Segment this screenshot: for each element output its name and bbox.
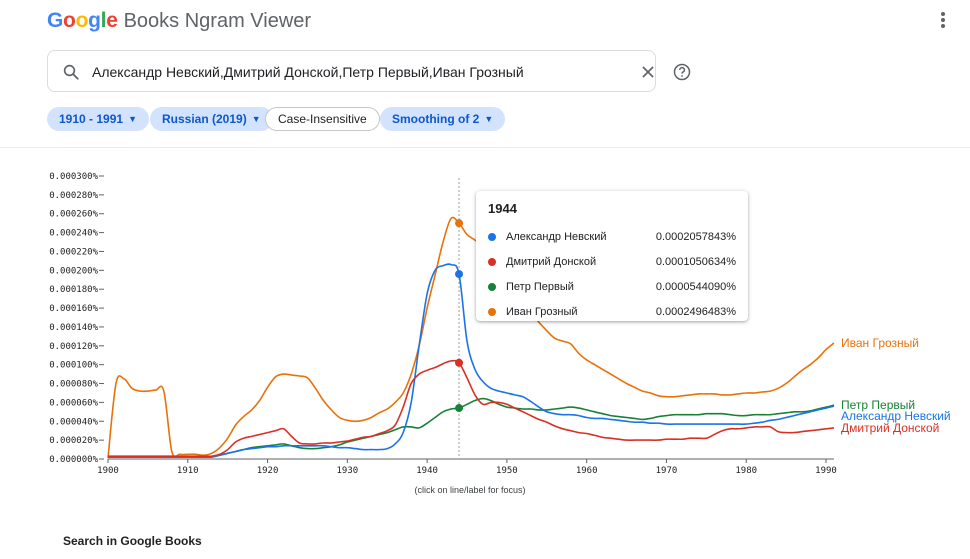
x-tick-label: 1960 [576, 466, 598, 476]
y-tick-label: 0.000000% [49, 455, 98, 465]
series-line [108, 359, 835, 458]
tooltip-year: 1944 [488, 201, 517, 216]
x-tick-label: 1930 [336, 466, 358, 476]
y-tick-label: 0.000100% [49, 361, 98, 371]
x-tick-label: 1950 [496, 466, 518, 476]
tooltip-series-name: Иван Грозный [506, 305, 578, 318]
tooltip-series-value: 0.0000544090% [655, 280, 736, 293]
x-tick-label: 1980 [735, 466, 757, 476]
x-tick-label: 1970 [656, 466, 678, 476]
highlight-point [455, 358, 464, 367]
y-tick-label: 0.000280% [49, 191, 98, 201]
y-tick-label: 0.000140% [49, 323, 98, 333]
x-tick-label: 1990 [815, 466, 837, 476]
tooltip-series-value: 0.0002496483% [655, 305, 736, 318]
y-tick-label: 0.000180% [49, 285, 98, 295]
tooltip-row: Александр Невский 0.0002057843% [488, 224, 736, 249]
y-tick-label: 0.000160% [49, 304, 98, 314]
x-tick-label: 1920 [257, 466, 279, 476]
series-dot [488, 307, 496, 316]
series-dot [488, 282, 496, 291]
tooltip-series-name: Александр Невский [506, 230, 607, 243]
y-tick-label: 0.000120% [49, 342, 98, 352]
series-end-label: Дмитрий Донской [841, 421, 939, 435]
series-dot [488, 257, 496, 266]
tooltip-series-name: Дмитрий Донской [506, 255, 597, 268]
tooltip-row: Дмитрий Донской 0.0001050634% [488, 249, 736, 274]
y-tick-label: 0.000220% [49, 247, 98, 257]
search-in-google-books-link[interactable]: Search in Google Books [63, 534, 202, 548]
tooltip-series-value: 0.0001050634% [655, 255, 736, 268]
tooltip-row: Иван Грозный 0.0002496483% [488, 299, 736, 324]
y-tick-label: 0.000300% [49, 172, 98, 182]
y-tick-label: 0.000060% [49, 398, 98, 408]
y-tick-label: 0.000260% [49, 210, 98, 220]
x-tick-label: 1900 [97, 466, 119, 476]
click-hint: (click on line/label for focus) [414, 485, 526, 495]
year-tooltip: 1944 Александр Невский 0.0002057843% Дмитр… [476, 191, 748, 321]
y-tick-label: 0.000020% [49, 436, 98, 446]
x-tick-label: 1940 [416, 466, 438, 476]
highlight-point [455, 270, 464, 279]
highlight-point [455, 219, 464, 228]
series-line [108, 397, 835, 459]
y-tick-label: 0.000240% [49, 229, 98, 239]
y-tick-label: 0.000080% [49, 380, 98, 390]
tooltip-series-value: 0.0002057843% [655, 230, 736, 243]
highlight-point [455, 404, 464, 413]
tooltip-row: Петр Первый 0.0000544090% [488, 274, 736, 299]
y-tick-label: 0.000040% [49, 417, 98, 427]
tooltip-series-name: Петр Первый [506, 280, 574, 293]
y-tick-label: 0.000200% [49, 266, 98, 276]
series-end-label: Иван Грозный [841, 336, 919, 350]
series-dot [488, 232, 496, 241]
x-tick-label: 1910 [177, 466, 199, 476]
